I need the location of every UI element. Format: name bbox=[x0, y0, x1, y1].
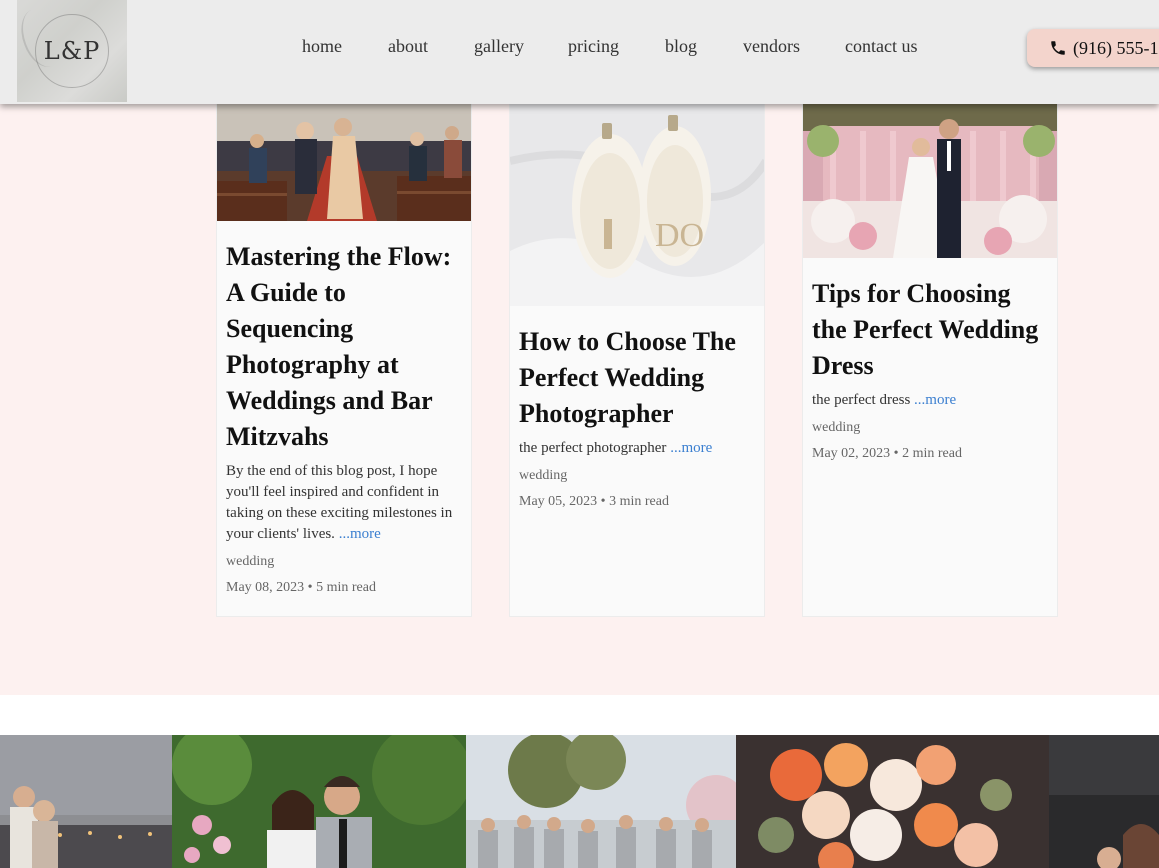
blog-card-1-date: May 08, 2023 bbox=[226, 580, 305, 595]
blog-card-1-body: Mastering the Flow: A Guide to Sequencin… bbox=[226, 239, 462, 596]
phone-button[interactable]: (916) 555-1 bbox=[1027, 29, 1159, 67]
blog-card-1-tag[interactable]: wedding bbox=[226, 554, 462, 570]
meta-separator: • bbox=[893, 446, 903, 461]
blog-card-3-excerpt-text: the perfect dress bbox=[812, 392, 911, 408]
blog-card-1-image[interactable] bbox=[217, 101, 471, 221]
strip-photo-groomsmen[interactable] bbox=[466, 735, 736, 868]
blog-card-3-meta: May 02, 2023 • 2 min read bbox=[812, 446, 1048, 462]
blog-card-2-title[interactable]: How to Choose The Perfect Wedding Photog… bbox=[519, 324, 755, 432]
blog-card-2-tag[interactable]: wedding bbox=[519, 468, 755, 484]
blog-card-2-excerpt-text: the perfect photographer bbox=[519, 440, 667, 456]
blog-card-2-image[interactable]: DO bbox=[510, 101, 764, 306]
nav-vendors[interactable]: vendors bbox=[743, 36, 800, 57]
phone-number: (916) 555-1 bbox=[1073, 37, 1159, 58]
nav-pricing[interactable]: pricing bbox=[568, 36, 619, 57]
meta-separator: • bbox=[307, 580, 317, 595]
blog-card-2[interactable]: DO How to Choose The Perfect Wedding Pho… bbox=[509, 100, 765, 617]
blog-card-2-date: May 05, 2023 bbox=[519, 494, 598, 509]
blog-card-1-read-time: 5 min read bbox=[316, 580, 376, 595]
blog-card-2-meta: May 05, 2023 • 3 min read bbox=[519, 494, 755, 510]
blog-card-3-body: Tips for Choosing the Perfect Wedding Dr… bbox=[812, 276, 1048, 462]
blog-card-3-more-link[interactable]: ...more bbox=[914, 392, 956, 408]
blog-card-1-excerpt: By the end of this blog post, I hope you… bbox=[226, 461, 462, 545]
blog-card-2-excerpt: the perfect photographer ...more bbox=[519, 438, 755, 459]
phone-icon bbox=[1051, 41, 1065, 55]
instagram-photo-strip bbox=[0, 735, 1159, 868]
blog-card-3-date: May 02, 2023 bbox=[812, 446, 891, 461]
blog-card-1-title[interactable]: Mastering the Flow: A Guide to Sequencin… bbox=[226, 239, 462, 455]
blog-card-3-read-time: 2 min read bbox=[902, 446, 962, 461]
site-header: L&P home about gallery pricing blog vend… bbox=[0, 0, 1159, 104]
strip-photo-bouquet[interactable] bbox=[736, 735, 1049, 868]
blog-card-3-tag[interactable]: wedding bbox=[812, 420, 1048, 436]
blog-card-3-image[interactable] bbox=[803, 101, 1057, 258]
blog-card-1-meta: May 08, 2023 • 5 min read bbox=[226, 580, 462, 596]
nav-contact-us[interactable]: contact us bbox=[845, 36, 917, 57]
blog-card-3-excerpt: the perfect dress ...more bbox=[812, 390, 1048, 411]
nav-about[interactable]: about bbox=[388, 36, 428, 57]
blog-card-2-body: How to Choose The Perfect Wedding Photog… bbox=[519, 324, 755, 510]
strip-photo-couple-city[interactable] bbox=[0, 735, 172, 868]
nav-gallery[interactable]: gallery bbox=[474, 36, 524, 57]
nav-blog[interactable]: blog bbox=[665, 36, 697, 57]
strip-photo-bridal-party[interactable] bbox=[1049, 735, 1159, 868]
meta-separator: • bbox=[600, 494, 610, 509]
svg-text:DO: DO bbox=[655, 217, 704, 254]
blog-card-2-read-time: 3 min read bbox=[609, 494, 669, 509]
blog-card-1-more-link[interactable]: ...more bbox=[339, 526, 381, 542]
blog-card-1[interactable]: Mastering the Flow: A Guide to Sequencin… bbox=[216, 100, 472, 617]
main-nav: home about gallery pricing blog vendors … bbox=[0, 36, 1159, 60]
section-divider bbox=[0, 695, 1159, 735]
nav-home[interactable]: home bbox=[302, 36, 342, 57]
strip-photo-couple-garden[interactable] bbox=[172, 735, 466, 868]
blog-card-2-more-link[interactable]: ...more bbox=[670, 440, 712, 456]
blog-card-3-title[interactable]: Tips for Choosing the Perfect Wedding Dr… bbox=[812, 276, 1048, 384]
blog-card-3[interactable]: Tips for Choosing the Perfect Wedding Dr… bbox=[802, 100, 1058, 617]
